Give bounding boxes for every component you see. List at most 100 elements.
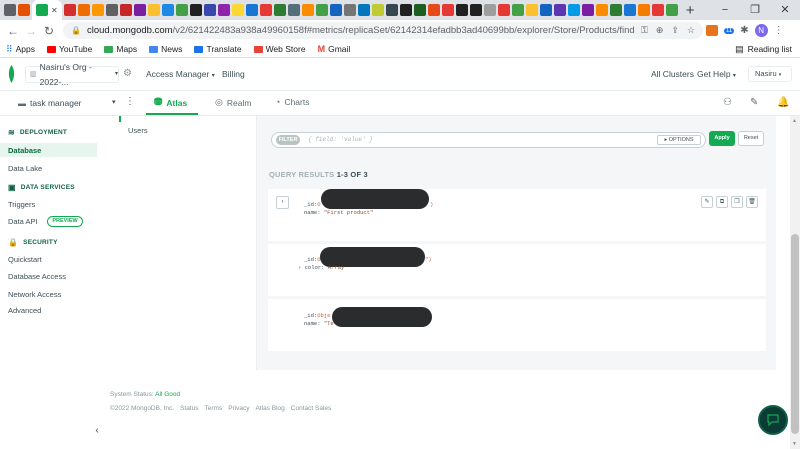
tab-favicon[interactable]: [455, 4, 468, 16]
expand-document-button[interactable]: ›: [276, 196, 289, 209]
active-tab[interactable]: ✕: [32, 0, 62, 20]
copy-icon[interactable]: ⧉: [716, 196, 728, 208]
tab-realm[interactable]: ◎ Realm: [215, 97, 251, 108]
bookmark-youtube[interactable]: YouTube: [46, 44, 92, 54]
mongodb-leaf-icon[interactable]: [7, 65, 16, 83]
project-selector[interactable]: ▬ task manager: [18, 98, 82, 108]
status-link[interactable]: All Good: [155, 391, 180, 398]
sidebar-item-quickstart[interactable]: Quickstart: [8, 255, 42, 264]
tab-favicon[interactable]: [315, 4, 328, 16]
tab-favicon[interactable]: [343, 4, 356, 16]
tab-favicon[interactable]: [273, 4, 286, 16]
trash-icon[interactable]: 🗑: [746, 196, 758, 208]
tab-favicon[interactable]: [665, 4, 678, 16]
footer-link-atlas-blog[interactable]: Atlas Blog: [256, 405, 285, 412]
reading-list[interactable]: ▤ Reading list: [735, 41, 792, 58]
tab-favicon[interactable]: [259, 4, 272, 16]
tab-favicon[interactable]: [161, 4, 174, 16]
back-arrow-icon[interactable]: ←: [6, 24, 20, 38]
tab-favicon[interactable]: [91, 4, 104, 16]
bookmark-gmail[interactable]: M Gmail: [318, 44, 351, 54]
clone-icon[interactable]: ❐: [731, 196, 743, 208]
restore-button[interactable]: ❐: [740, 0, 770, 20]
tab-favicon[interactable]: [427, 4, 440, 16]
tab-favicon[interactable]: [609, 4, 622, 16]
tab-favicon[interactable]: [441, 4, 454, 16]
tab-favicon[interactable]: [217, 4, 230, 16]
reset-button[interactable]: Reset: [738, 131, 764, 146]
tab-favicon[interactable]: [329, 4, 342, 16]
tab-favicon[interactable]: [4, 4, 16, 16]
puzzle-icon[interactable]: ✱: [740, 25, 748, 36]
gear-icon[interactable]: ⚙: [123, 68, 132, 79]
tab-favicon[interactable]: [77, 4, 90, 16]
document-card[interactable]: _id:Obje name: "Te: [268, 299, 766, 351]
tab-favicon[interactable]: [553, 4, 566, 16]
extension-badge[interactable]: 11: [724, 27, 735, 34]
tab-favicon[interactable]: [623, 4, 636, 16]
page-scrollbar[interactable]: ▲ ▼: [790, 116, 800, 449]
tab-favicon[interactable]: [483, 4, 496, 16]
tab-favicon[interactable]: [105, 4, 118, 16]
tab-charts[interactable]: ◔ Charts: [275, 97, 309, 107]
tab-favicon[interactable]: [595, 4, 608, 16]
star-icon[interactable]: ☆: [687, 22, 695, 39]
tab-favicon[interactable]: [147, 4, 160, 16]
tab-favicon[interactable]: [231, 4, 244, 16]
new-tab-button[interactable]: +: [686, 3, 695, 18]
more-vert-icon[interactable]: ⋮: [125, 96, 135, 107]
footer-link-terms[interactable]: Terms: [205, 405, 223, 412]
chat-support-button[interactable]: [758, 405, 788, 435]
all-clusters-link[interactable]: All Clusters: [651, 69, 694, 79]
bookmark-translate[interactable]: Translate: [194, 44, 242, 54]
sidebar-item-database-access[interactable]: Database Access: [8, 272, 66, 281]
bookmark-maps[interactable]: Maps: [104, 44, 137, 54]
url-bar[interactable]: 🔒 cloud.mongodb.com/v2/621422483a938a499…: [63, 22, 703, 39]
zoom-icon[interactable]: ⊕: [656, 22, 664, 39]
tab-favicon[interactable]: [203, 4, 216, 16]
tab-favicon[interactable]: [245, 4, 258, 16]
forward-arrow-icon[interactable]: →: [24, 24, 38, 38]
tab-favicon[interactable]: [525, 4, 538, 16]
tab-favicon[interactable]: [539, 4, 552, 16]
add-user-icon[interactable]: ⚇: [723, 97, 732, 108]
sidebar-item-data-lake[interactable]: Data Lake: [8, 164, 42, 173]
sidebar-item-network-access[interactable]: Network Access: [8, 290, 61, 299]
tab-favicon[interactable]: [637, 4, 650, 16]
scroll-down-arrow-icon[interactable]: ▼: [792, 441, 797, 447]
filter-input[interactable]: { field: 'value' }: [308, 136, 373, 143]
tab-favicon[interactable]: [63, 4, 76, 16]
tab-favicon[interactable]: [287, 4, 300, 16]
edit-pencil-icon[interactable]: ✎: [701, 196, 713, 208]
extension-fox-icon[interactable]: [706, 25, 718, 36]
access-manager-menu[interactable]: Access Manager ▾: [146, 69, 215, 79]
get-help-menu[interactable]: Get Help ▾: [697, 69, 736, 79]
tab-favicon[interactable]: [175, 4, 188, 16]
tab-favicon[interactable]: [371, 4, 384, 16]
share-icon[interactable]: ⇪: [671, 22, 679, 39]
sidebar-item-advanced[interactable]: Advanced: [8, 306, 41, 315]
tab-favicon[interactable]: [301, 4, 314, 16]
tab-favicon[interactable]: [651, 4, 664, 16]
minimize-button[interactable]: −: [710, 0, 740, 20]
tab-favicon[interactable]: [133, 4, 146, 16]
scroll-thumb[interactable]: [791, 234, 799, 434]
tab-favicon[interactable]: [18, 4, 30, 16]
tab-favicon[interactable]: [357, 4, 370, 16]
scroll-up-arrow-icon[interactable]: ▲: [792, 118, 797, 124]
bookmark-news[interactable]: News: [149, 44, 182, 54]
tab-favicon[interactable]: [511, 4, 524, 16]
document-card[interactable]: _id:O ") › color: Array: [268, 244, 766, 296]
tab-close-icon[interactable]: ✕: [51, 6, 58, 15]
document-card[interactable]: › _id:O ) name: "First product" ✎ ⧉ ❐ 🗑: [268, 189, 766, 241]
bookmark-web-store[interactable]: Web Store: [253, 44, 306, 54]
profile-avatar[interactable]: N: [754, 24, 768, 37]
footer-link-contact-sales[interactable]: Contact Sales: [291, 405, 331, 412]
activity-feed-icon[interactable]: ✎: [750, 97, 758, 108]
user-menu[interactable]: Nasiru ▾: [748, 66, 792, 82]
sidebar-item-data-api[interactable]: Data API: [8, 217, 38, 226]
footer-link-status[interactable]: Status: [180, 405, 198, 412]
tab-favicon[interactable]: [399, 4, 412, 16]
footer-link-privacy[interactable]: Privacy: [228, 405, 249, 412]
apply-button[interactable]: Apply: [709, 131, 735, 146]
